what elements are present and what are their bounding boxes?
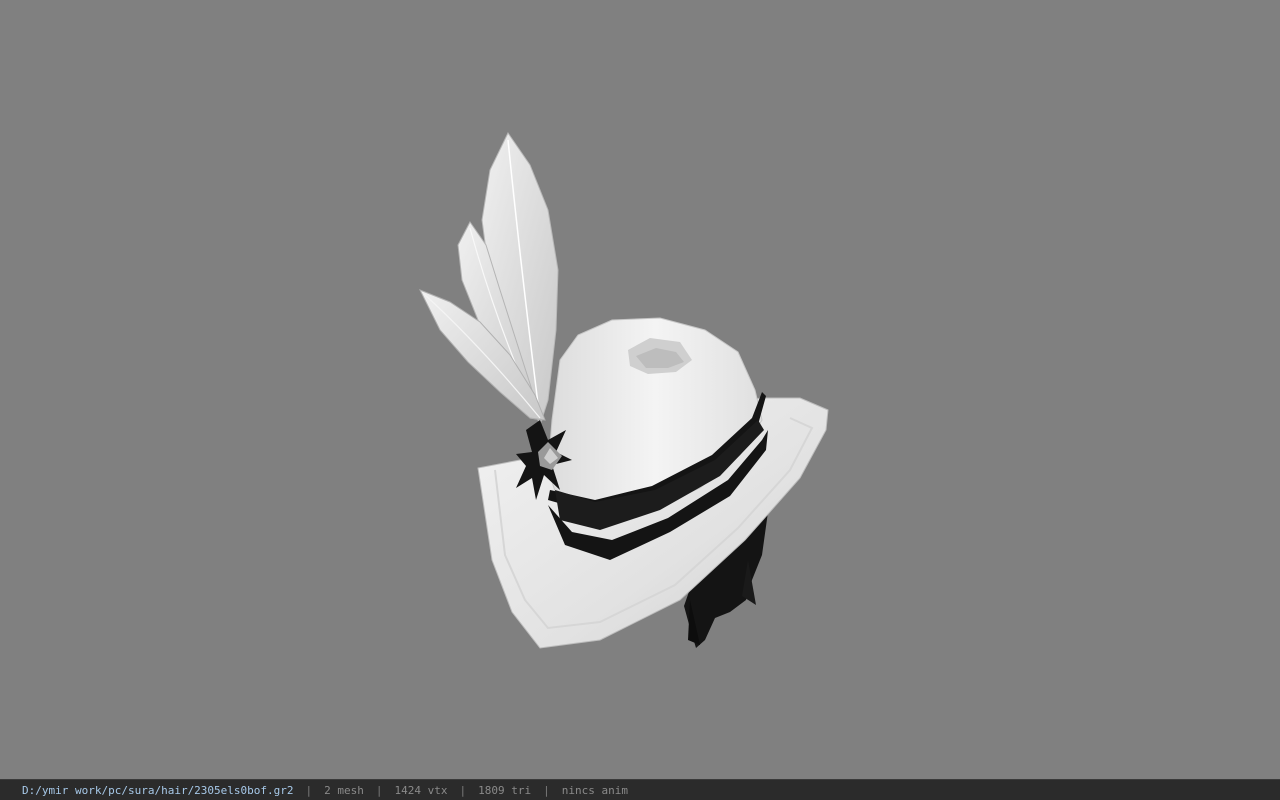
status-triangle-count: 1809 tri xyxy=(478,783,532,797)
status-mesh-count: 2 mesh xyxy=(324,783,364,797)
status-bar: D:/ymir work/pc/sura/hair/2305els0bof.gr… xyxy=(0,779,1280,800)
status-vertex-count: 1424 vtx xyxy=(394,783,448,797)
status-separator: | xyxy=(459,783,467,797)
status-separator: | xyxy=(305,783,313,797)
status-separator: | xyxy=(375,783,383,797)
status-file-path: D:/ymir work/pc/sura/hair/2305els0bof.gr… xyxy=(22,783,294,797)
model-render xyxy=(418,132,829,649)
3d-viewport[interactable] xyxy=(0,0,1280,779)
status-anim: nincs anim xyxy=(561,783,628,797)
status-separator: | xyxy=(543,783,550,797)
